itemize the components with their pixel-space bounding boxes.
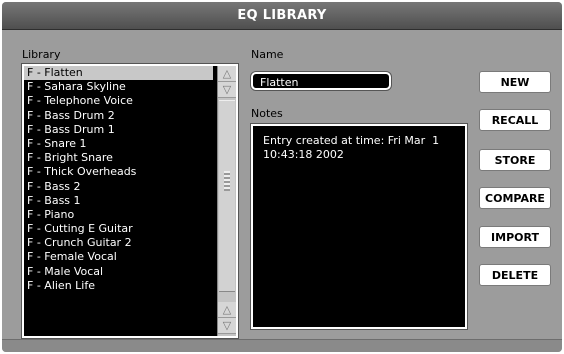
list-item[interactable]: F - Sahara Skyline (24, 80, 213, 94)
window-title: EQ LIBRARY (237, 8, 327, 23)
notes-label: Notes (251, 107, 283, 120)
list-item[interactable]: F - Bright Snare (24, 151, 213, 165)
name-field[interactable]: Flatten (251, 72, 391, 90)
list-item[interactable]: F - Piano (24, 208, 213, 222)
title-bar: EQ LIBRARY (2, 2, 562, 30)
library-scrollbar[interactable]: △ ▽ △ ▽ (217, 66, 236, 336)
store-button[interactable]: STORE (479, 149, 551, 171)
library-list[interactable]: F - Flatten F - Sahara Skyline F - Telep… (22, 64, 238, 338)
list-item[interactable]: F - Snare 1 (24, 137, 213, 151)
list-item[interactable]: F - Bass 2 (24, 180, 213, 194)
scroll-up-top-icon[interactable]: △ (218, 66, 236, 82)
eq-library-window: EQ LIBRARY Library F - Flatten F - Sahar… (2, 2, 562, 352)
scroll-down-bottom-icon[interactable]: ▽ (218, 318, 236, 334)
scroll-down-top-icon[interactable]: ▽ (218, 82, 236, 98)
list-item[interactable]: F - Crunch Guitar 2 (24, 236, 213, 250)
compare-button[interactable]: COMPARE (479, 187, 551, 209)
list-item[interactable]: F - Alien Life (24, 279, 213, 293)
list-item[interactable]: F - Female Vocal (24, 250, 213, 264)
list-item[interactable]: F - Male Vocal (24, 265, 213, 279)
list-item[interactable]: F - Flatten (24, 66, 213, 81)
grip-icon (224, 171, 230, 191)
library-label: Library (22, 48, 61, 61)
list-item[interactable]: F - Bass 1 (24, 194, 213, 208)
library-list-items: F - Flatten F - Sahara Skyline F - Telep… (24, 66, 213, 293)
scroll-thumb[interactable] (219, 100, 235, 292)
window-footer (2, 339, 562, 352)
list-item[interactable]: F - Thick Overheads (24, 165, 213, 179)
new-button[interactable]: NEW (479, 71, 551, 93)
list-item[interactable]: F - Bass Drum 1 (24, 123, 213, 137)
name-label: Name (251, 48, 284, 61)
list-item[interactable]: F - Telephone Voice (24, 94, 213, 108)
list-item[interactable]: F - Cutting E Guitar (24, 222, 213, 236)
recall-button[interactable]: RECALL (479, 109, 551, 131)
delete-button[interactable]: DELETE (479, 264, 551, 286)
notes-field[interactable]: Entry created at time: Fri Mar 1 10:43:1… (251, 124, 467, 329)
scroll-up-bottom-icon[interactable]: △ (218, 302, 236, 318)
import-button[interactable]: IMPORT (479, 226, 551, 248)
list-item[interactable]: F - Bass Drum 2 (24, 109, 213, 123)
